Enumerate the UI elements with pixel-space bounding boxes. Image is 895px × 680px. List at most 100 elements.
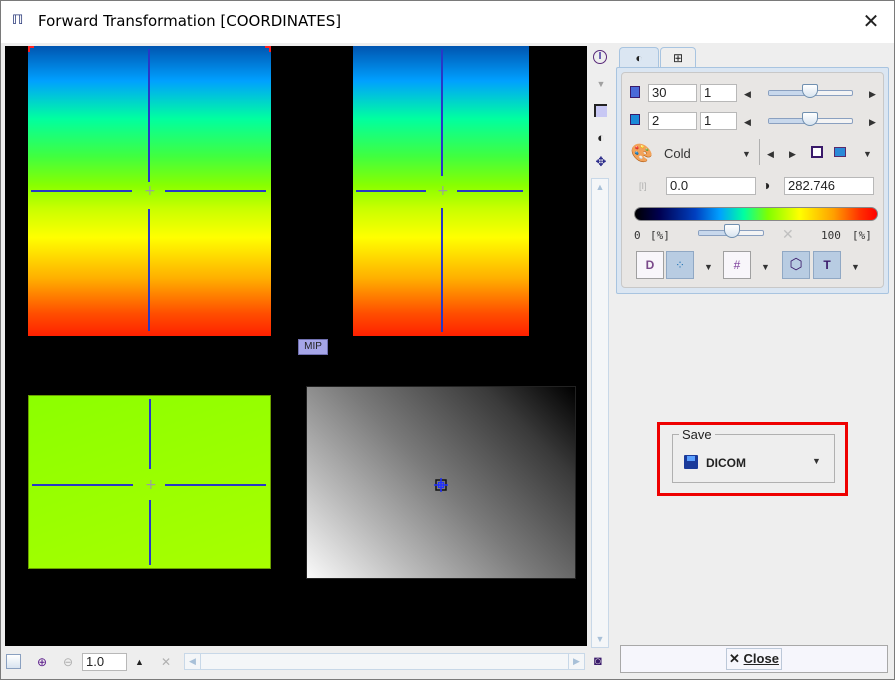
hatch-grid-icon: # — [733, 258, 741, 272]
frame-prev-button[interactable]: ◀ — [744, 116, 751, 128]
roi-outline-button[interactable]: ⬡ — [782, 251, 810, 279]
reset-zoom-icon[interactable]: ✕ — [161, 654, 171, 670]
dropdown-arrow-icon[interactable]: ▼ — [593, 76, 609, 92]
close-label: Close — [743, 651, 779, 666]
contrast-tab-icon: ◐ — [635, 51, 643, 65]
zoom-out-icon[interactable]: ⊖ — [63, 654, 73, 670]
zoom-in-icon[interactable]: ⊕ — [37, 654, 47, 670]
fit-view-checkbox[interactable] — [6, 654, 21, 669]
tab-contrast[interactable]: ◐ — [619, 47, 659, 68]
app-logo-icon: ℿ — [12, 13, 24, 28]
frame-field[interactable]: 2 — [648, 112, 697, 130]
max-value-field[interactable]: 282.746 — [784, 177, 874, 195]
corner-marker — [28, 46, 34, 52]
scroll-left-button[interactable]: ◀ — [185, 654, 201, 669]
close-window-button[interactable]: ✕ — [861, 11, 881, 31]
frame-time-icon — [630, 114, 640, 125]
info-icon[interactable]: I — [593, 50, 607, 64]
horizontal-scrollbar[interactable]: ◀ ▶ — [184, 653, 585, 670]
colorbar[interactable] — [634, 207, 878, 221]
separator — [759, 139, 760, 165]
scroll-up-button[interactable]: ▲ — [592, 179, 608, 195]
camera-capture-icon[interactable]: ◙ — [594, 653, 602, 668]
frame-step-field[interactable]: 1 — [700, 112, 737, 130]
layout-dropdown-icon[interactable]: ▼ — [704, 261, 713, 273]
slice-next-button[interactable]: ▶ — [869, 88, 876, 100]
octagon-icon: ⬡ — [789, 256, 803, 273]
target-marker-icon[interactable] — [434, 478, 448, 492]
clear-threshold-icon[interactable]: ✕ — [782, 227, 794, 241]
mip-label[interactable]: MIP — [298, 339, 328, 355]
crosshair-line — [457, 190, 523, 192]
palette-icon[interactable]: 🎨 — [630, 143, 654, 163]
zoom-up-icon[interactable]: ▲ — [135, 654, 144, 670]
contrast-icon[interactable]: ◐ — [593, 130, 609, 146]
crosshair-line — [31, 190, 132, 192]
fusion-icon: D — [645, 258, 655, 272]
axial-image[interactable]: + — [28, 395, 271, 569]
crosshair-line — [32, 484, 133, 486]
auto-scale-icon[interactable]: ◑ — [762, 177, 770, 193]
slice-prev-button[interactable]: ◀ — [744, 88, 751, 100]
chevron-down-icon[interactable]: ▼ — [812, 456, 821, 466]
crosshair-line — [441, 208, 443, 332]
close-button[interactable]: ✕ Close — [620, 645, 888, 673]
close-icon: ✕ — [729, 651, 744, 666]
overlay-grid-button[interactable]: # — [723, 251, 751, 279]
frame-icon[interactable] — [593, 103, 609, 119]
save-format-value: DICOM — [706, 456, 746, 470]
crosshair-line — [149, 399, 151, 469]
tab-layout[interactable]: ⊞ — [660, 47, 696, 68]
floppy-disk-icon — [684, 455, 698, 469]
zoom-value-field[interactable]: 1.0 — [82, 653, 127, 671]
slice-icon — [630, 86, 640, 98]
scroll-down-button[interactable]: ▼ — [592, 631, 608, 647]
unit-label-max: [%] — [852, 229, 872, 242]
crosshair-line — [149, 500, 151, 565]
crosshair-line — [148, 209, 150, 331]
crosshair-line — [165, 484, 266, 486]
colortable-options-dropdown-icon[interactable]: ▼ — [863, 148, 872, 160]
dialog-window: ℿ Forward Transformation [COORDINATES] ✕… — [0, 0, 895, 680]
colorbar-min-label: 0 — [634, 229, 641, 242]
crosshair-center-icon: + — [144, 183, 156, 199]
colortable-next-button[interactable]: ▶ — [789, 148, 796, 160]
frame-next-button[interactable]: ▶ — [869, 116, 876, 128]
crosshair-line — [356, 190, 426, 192]
grid-nodes-icon: ⁘ — [674, 258, 686, 272]
crosshair-center-icon: + — [437, 183, 449, 199]
control-panel-inner: 30 1 ◀ ▶ 2 1 ◀ ▶ 🎨 Cold ▼ ◀ ▶ ▼ [I] 0.0 … — [621, 72, 884, 288]
colortable-3d-icon[interactable] — [834, 147, 846, 157]
layout-tab-icon: ⊞ — [672, 51, 684, 65]
annotation-dropdown-icon[interactable]: ▼ — [851, 261, 860, 273]
annotation-text-button[interactable]: T — [813, 251, 841, 279]
unit-label-min: [%] — [650, 229, 670, 242]
crosshair-icon[interactable]: ✥ — [593, 154, 609, 170]
range-icon: [I] — [639, 181, 647, 191]
colortable-prev-button[interactable]: ◀ — [767, 148, 774, 160]
fusion-mode-button[interactable]: D — [636, 251, 664, 279]
coronal-image[interactable]: + — [28, 46, 271, 336]
slice-step-field[interactable]: 1 — [700, 84, 737, 102]
crosshair-line — [148, 49, 150, 182]
corner-marker — [265, 46, 271, 52]
window-title: Forward Transformation [COORDINATES] — [38, 12, 342, 30]
crosshair-line — [441, 49, 443, 176]
slice-field[interactable]: 30 — [648, 84, 697, 102]
colortable-select[interactable]: Cold — [664, 146, 691, 161]
colortable-dropdown-icon[interactable]: ▼ — [742, 148, 751, 160]
overlay-dropdown-icon[interactable]: ▼ — [761, 261, 770, 273]
scroll-right-button[interactable]: ▶ — [568, 654, 584, 669]
save-format-select[interactable]: DICOM ▼ — [681, 453, 827, 473]
save-legend: Save — [679, 427, 715, 442]
image-viewport[interactable]: + + MIP + — [5, 46, 587, 646]
layout-grid-button[interactable]: ⁘ — [666, 251, 694, 279]
sagittal-image[interactable]: + — [353, 46, 529, 336]
crosshair-line — [165, 190, 266, 192]
title-bar: ℿ Forward Transformation [COORDINATES] ✕ — [1, 1, 894, 43]
min-value-field[interactable]: 0.0 — [666, 177, 756, 195]
invert-colortable-icon[interactable] — [811, 146, 823, 158]
text-annotation-icon: T — [823, 258, 831, 272]
vertical-scrollbar[interactable]: ▲ ▼ — [591, 178, 609, 648]
colorbar-max-label: 100 — [821, 229, 841, 242]
